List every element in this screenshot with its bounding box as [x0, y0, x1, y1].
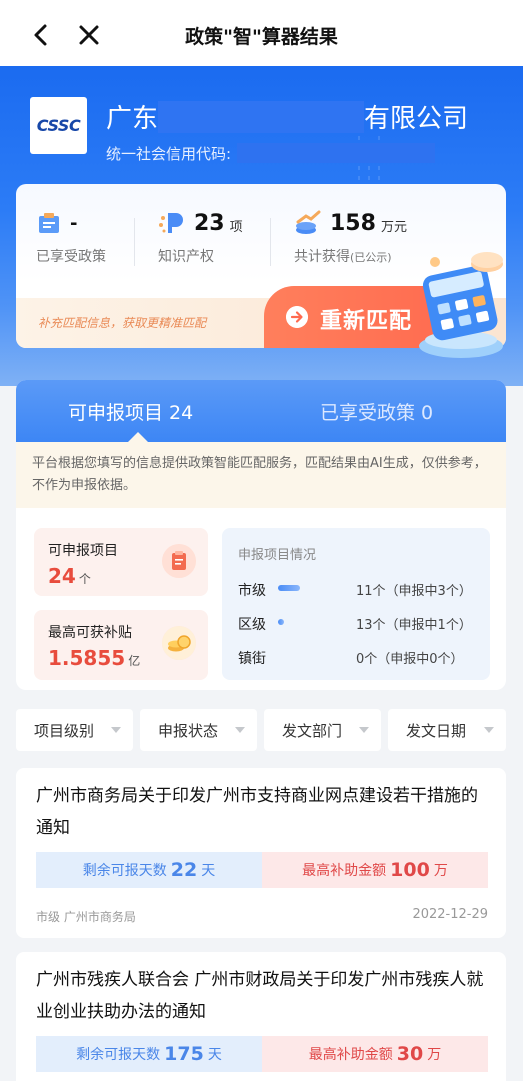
- tab-apply-projects[interactable]: 可申报项目 24: [68, 398, 193, 425]
- item-meta: 市级 广州市商务局: [36, 910, 136, 924]
- max-subsidy-box[interactable]: 最高可获补贴 1.5855 亿: [34, 610, 208, 680]
- company-logo: CSSC: [30, 97, 87, 154]
- clipboard-icon: [162, 544, 196, 578]
- arrow-right-icon: [286, 306, 308, 328]
- status-row-district[interactable]: 区级 13个（申报中1个）: [238, 614, 482, 634]
- status-level: 市级: [238, 583, 266, 599]
- filter-project-level[interactable]: 项目级别: [16, 709, 133, 751]
- status-row-city[interactable]: 市级 11个（申报中3个）: [238, 580, 482, 600]
- item-title: 广州市残疾人联合会 广州市财政局关于印发广州市残疾人就业创业扶助办法的通知: [36, 970, 484, 1022]
- status-row-town[interactable]: 镇街 0个（申报中0个）: [238, 648, 482, 668]
- filter-issuing-dept[interactable]: 发文部门: [264, 709, 381, 751]
- caret-down-icon: [235, 727, 245, 733]
- max-amount: 最高补助金额 30 万: [262, 1036, 488, 1072]
- filter-apply-status[interactable]: 申报状态: [140, 709, 257, 751]
- caret-down-icon: [359, 727, 369, 733]
- filter-label: 发文部门: [282, 722, 343, 740]
- apply-projects-box[interactable]: 可申报项目 24 个: [34, 528, 208, 596]
- item-pills: 剩余可报天数 175 天 最高补助金额 30 万: [36, 1036, 488, 1072]
- remaining-days: 剩余可报天数 175 天: [36, 1036, 262, 1072]
- list-item[interactable]: 广州市残疾人联合会 广州市财政局关于印发广州市残疾人就业创业扶助办法的通知 剩余…: [16, 952, 506, 1081]
- redaction-mask: [158, 101, 365, 133]
- divider: [134, 218, 135, 266]
- top-nav-bar: 政策"智"算器结果: [0, 0, 523, 66]
- status-level: 镇街: [238, 651, 266, 667]
- filter-label: 申报状态: [158, 722, 219, 740]
- coins-icon: [162, 626, 196, 660]
- company-name-prefix: 广东: [106, 104, 159, 134]
- total-value: 158: [330, 210, 376, 236]
- money-growth-icon: [296, 210, 321, 234]
- item-title: 广州市商务局关于印发广州市支持商业网点建设若干措施的通知: [36, 786, 478, 838]
- item-date: 2022-12-29: [412, 907, 488, 922]
- enjoyed-value: -: [70, 212, 78, 234]
- company-name: 广东 有限公司: [106, 98, 468, 135]
- remaining-days: 剩余可报天数 22 天: [36, 852, 262, 888]
- ip-value: 23: [194, 210, 225, 236]
- status-count: 0个（申报中0个）: [356, 652, 464, 667]
- status-level: 区级: [238, 617, 266, 633]
- apply-projects-value: 24 个: [48, 564, 91, 588]
- max-subsidy-value: 1.5855 亿: [48, 646, 141, 670]
- status-count: 13个（申报中1个）: [356, 618, 472, 633]
- ip-icon: [159, 213, 183, 233]
- stat-ip[interactable]: 23 项 知识产权: [158, 210, 243, 266]
- filter-issue-date[interactable]: 发文日期: [388, 709, 506, 751]
- page-title: 政策"智"算器结果: [185, 26, 338, 48]
- tab-bar: 可申报项目 24 已享受政策 0: [16, 380, 506, 442]
- status-count: 11个（申报中3个）: [356, 584, 472, 599]
- item-pills: 剩余可报天数 22 天 最高补助金额 100 万: [36, 852, 488, 888]
- total-label: 共计获得(已公示): [294, 249, 392, 265]
- caret-down-icon: [111, 727, 121, 733]
- filter-label: 发文日期: [406, 722, 467, 740]
- projects-card: 可申报项目 24 已享受政策 0 平台根据您填写的信息提供政策智能匹配服务，匹配…: [16, 380, 506, 690]
- active-tab-indicator: [128, 432, 148, 442]
- filter-label: 项目级别: [34, 722, 95, 740]
- filter-bar: 项目级别 申报状态 发文部门 发文日期: [16, 709, 506, 751]
- caret-down-icon: [484, 727, 494, 733]
- company-name-suffix: 有限公司: [364, 104, 469, 134]
- project-status-heading: 申报项目情况: [238, 548, 317, 563]
- calculator-illustration: [419, 252, 503, 358]
- max-subsidy-title: 最高可获补贴: [48, 625, 132, 641]
- stat-total-obtained[interactable]: 158 万元 共计获得(已公示): [294, 210, 407, 266]
- ai-disclaimer: 平台根据您填写的信息提供政策智能匹配服务，匹配结果由AI生成，仅供参考，不作为申…: [16, 442, 506, 508]
- divider: [270, 218, 271, 266]
- status-bar: [278, 619, 284, 625]
- ip-unit: 项: [229, 219, 243, 235]
- total-unit: 万元: [380, 219, 407, 235]
- enjoyed-label: 已享受政策: [36, 249, 106, 265]
- project-status-panel: 申报项目情况 市级 11个（申报中3个） 区级 13个（申报中1个） 镇街 0个…: [222, 528, 490, 680]
- apply-projects-title: 可申报项目: [48, 543, 118, 559]
- list-item[interactable]: 广州市商务局关于印发广州市支持商业网点建设若干措施的通知 剩余可报天数 22 天 最…: [16, 768, 506, 938]
- status-bar: [278, 585, 300, 591]
- policy-doc-icon: [39, 213, 59, 233]
- ip-label: 知识产权: [158, 249, 214, 265]
- max-amount: 最高补助金额 100 万: [262, 852, 488, 888]
- rematch-label: 重新匹配: [320, 309, 413, 334]
- stat-enjoyed-policies[interactable]: - 已享受政策: [36, 210, 106, 266]
- redaction-mask: [237, 143, 436, 163]
- credit-code: 统一社会信用代码:: [106, 143, 436, 164]
- credit-code-label: 统一社会信用代码:: [106, 145, 232, 163]
- hint-text: 补充匹配信息，获取更精准匹配: [38, 316, 207, 330]
- tab-enjoyed-policies[interactable]: 已享受政策 0: [320, 398, 433, 425]
